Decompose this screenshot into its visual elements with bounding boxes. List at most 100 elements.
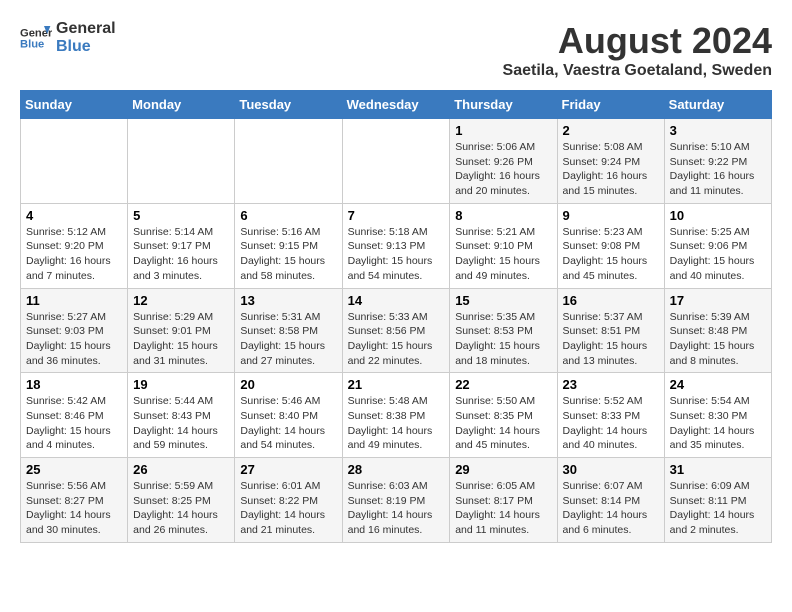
day-detail: Sunrise: 5:21 AM Sunset: 9:10 PM Dayligh… — [455, 226, 540, 282]
calendar-cell: 3 Sunrise: 5:10 AM Sunset: 9:22 PM Daylig… — [664, 119, 771, 204]
day-number: 10 — [670, 208, 766, 223]
day-number: 13 — [240, 293, 336, 308]
calendar-cell: 15 Sunrise: 5:35 AM Sunset: 8:53 PM Dayli… — [450, 288, 557, 373]
calendar-cell — [235, 119, 342, 204]
day-number: 1 — [455, 123, 551, 138]
day-number: 23 — [563, 377, 659, 392]
calendar-cell: 9 Sunrise: 5:23 AM Sunset: 9:08 PM Daylig… — [557, 203, 664, 288]
day-number: 11 — [26, 293, 122, 308]
day-detail: Sunrise: 5:52 AM Sunset: 8:33 PM Dayligh… — [563, 395, 648, 451]
calendar-cell: 17 Sunrise: 5:39 AM Sunset: 8:48 PM Dayli… — [664, 288, 771, 373]
day-detail: Sunrise: 6:09 AM Sunset: 8:11 PM Dayligh… — [670, 480, 755, 536]
day-detail: Sunrise: 6:03 AM Sunset: 8:19 PM Dayligh… — [348, 480, 433, 536]
day-number: 31 — [670, 462, 766, 477]
calendar-cell — [128, 119, 235, 204]
day-detail: Sunrise: 5:10 AM Sunset: 9:22 PM Dayligh… — [670, 141, 755, 197]
calendar-cell: 29 Sunrise: 6:05 AM Sunset: 8:17 PM Dayli… — [450, 458, 557, 543]
calendar-cell: 2 Sunrise: 5:08 AM Sunset: 9:24 PM Daylig… — [557, 119, 664, 204]
logo: General Blue General Blue — [20, 20, 116, 56]
day-number: 15 — [455, 293, 551, 308]
day-number: 2 — [563, 123, 659, 138]
day-detail: Sunrise: 5:54 AM Sunset: 8:30 PM Dayligh… — [670, 395, 755, 451]
day-detail: Sunrise: 5:50 AM Sunset: 8:35 PM Dayligh… — [455, 395, 540, 451]
calendar-cell: 11 Sunrise: 5:27 AM Sunset: 9:03 PM Dayli… — [21, 288, 128, 373]
calendar-cell — [21, 119, 128, 204]
day-number: 4 — [26, 208, 122, 223]
day-number: 17 — [670, 293, 766, 308]
day-detail: Sunrise: 5:33 AM Sunset: 8:56 PM Dayligh… — [348, 311, 433, 367]
calendar-cell: 18 Sunrise: 5:42 AM Sunset: 8:46 PM Dayli… — [21, 373, 128, 458]
day-number: 30 — [563, 462, 659, 477]
day-detail: Sunrise: 5:23 AM Sunset: 9:08 PM Dayligh… — [563, 226, 648, 282]
day-number: 7 — [348, 208, 445, 223]
day-detail: Sunrise: 5:18 AM Sunset: 9:13 PM Dayligh… — [348, 226, 433, 282]
day-detail: Sunrise: 5:35 AM Sunset: 8:53 PM Dayligh… — [455, 311, 540, 367]
header-thursday: Thursday — [450, 91, 557, 119]
calendar-cell: 14 Sunrise: 5:33 AM Sunset: 8:56 PM Dayli… — [342, 288, 450, 373]
day-detail: Sunrise: 5:16 AM Sunset: 9:15 PM Dayligh… — [240, 226, 325, 282]
page-title: August 2024 — [503, 20, 772, 62]
day-detail: Sunrise: 5:25 AM Sunset: 9:06 PM Dayligh… — [670, 226, 755, 282]
page-subtitle: Saetila, Vaestra Goetaland, Sweden — [503, 62, 772, 80]
svg-text:Blue: Blue — [20, 39, 44, 51]
day-number: 25 — [26, 462, 122, 477]
calendar-cell: 31 Sunrise: 6:09 AM Sunset: 8:11 PM Dayli… — [664, 458, 771, 543]
day-number: 19 — [133, 377, 229, 392]
calendar-cell: 21Sunrise: 5:48 AM Sunset: 8:38 PM Dayli… — [342, 373, 450, 458]
logo-icon: General Blue — [20, 22, 52, 54]
calendar-cell — [342, 119, 450, 204]
day-detail: Sunrise: 5:31 AM Sunset: 8:58 PM Dayligh… — [240, 311, 325, 367]
calendar-week-row: 25 Sunrise: 5:56 AM Sunset: 8:27 PM Dayli… — [21, 458, 772, 543]
logo-blue: Blue — [56, 38, 116, 56]
calendar-week-row: 4 Sunrise: 5:12 AM Sunset: 9:20 PM Daylig… — [21, 203, 772, 288]
day-number: 14 — [348, 293, 445, 308]
day-number: 18 — [26, 377, 122, 392]
day-detail: Sunrise: 6:05 AM Sunset: 8:17 PM Dayligh… — [455, 480, 540, 536]
day-detail: Sunrise: 5:42 AM Sunset: 8:46 PM Dayligh… — [26, 395, 111, 451]
day-detail: Sunrise: 5:12 AM Sunset: 9:20 PM Dayligh… — [26, 226, 111, 282]
calendar-cell: 26 Sunrise: 5:59 AM Sunset: 8:25 PM Dayli… — [128, 458, 235, 543]
day-detail: Sunrise: 5:59 AM Sunset: 8:25 PM Dayligh… — [133, 480, 218, 536]
calendar-cell: 5 Sunrise: 5:14 AM Sunset: 9:17 PM Daylig… — [128, 203, 235, 288]
day-detail: Sunrise: 5:27 AM Sunset: 9:03 PM Dayligh… — [26, 311, 111, 367]
calendar-cell: 13 Sunrise: 5:31 AM Sunset: 8:58 PM Dayli… — [235, 288, 342, 373]
day-number: 16 — [563, 293, 659, 308]
calendar-cell: 27Sunrise: 6:01 AM Sunset: 8:22 PM Dayli… — [235, 458, 342, 543]
header-tuesday: Tuesday — [235, 91, 342, 119]
day-number: 5 — [133, 208, 229, 223]
logo-general: General — [56, 20, 116, 38]
day-number: 24 — [670, 377, 766, 392]
header-monday: Monday — [128, 91, 235, 119]
calendar-cell: 19Sunrise: 5:44 AM Sunset: 8:43 PM Dayli… — [128, 373, 235, 458]
calendar-cell: 24 Sunrise: 5:54 AM Sunset: 8:30 PM Dayli… — [664, 373, 771, 458]
day-number: 6 — [240, 208, 336, 223]
day-number: 3 — [670, 123, 766, 138]
day-number: 20 — [240, 377, 336, 392]
calendar-cell: 12Sunrise: 5:29 AM Sunset: 9:01 PM Dayli… — [128, 288, 235, 373]
calendar-cell: 1 Sunrise: 5:06 AM Sunset: 9:26 PM Daylig… — [450, 119, 557, 204]
header-friday: Friday — [557, 91, 664, 119]
day-detail: Sunrise: 5:39 AM Sunset: 8:48 PM Dayligh… — [670, 311, 755, 367]
day-detail: Sunrise: 5:29 AM Sunset: 9:01 PM Dayligh… — [133, 311, 218, 367]
calendar-cell: 6 Sunrise: 5:16 AM Sunset: 9:15 PM Daylig… — [235, 203, 342, 288]
day-number: 9 — [563, 208, 659, 223]
day-detail: Sunrise: 5:56 AM Sunset: 8:27 PM Dayligh… — [26, 480, 111, 536]
day-number: 21 — [348, 377, 445, 392]
day-number: 29 — [455, 462, 551, 477]
calendar-cell: 22Sunrise: 5:50 AM Sunset: 8:35 PM Dayli… — [450, 373, 557, 458]
calendar-week-row: 11 Sunrise: 5:27 AM Sunset: 9:03 PM Dayli… — [21, 288, 772, 373]
day-detail: Sunrise: 5:14 AM Sunset: 9:17 PM Dayligh… — [133, 226, 218, 282]
day-detail: Sunrise: 5:08 AM Sunset: 9:24 PM Dayligh… — [563, 141, 648, 197]
day-detail: Sunrise: 6:07 AM Sunset: 8:14 PM Dayligh… — [563, 480, 648, 536]
header-wednesday: Wednesday — [342, 91, 450, 119]
calendar-cell: 25 Sunrise: 5:56 AM Sunset: 8:27 PM Dayli… — [21, 458, 128, 543]
day-detail: Sunrise: 6:01 AM Sunset: 8:22 PM Dayligh… — [240, 480, 325, 536]
calendar-cell: 8Sunrise: 5:21 AM Sunset: 9:10 PM Daylig… — [450, 203, 557, 288]
header-saturday: Saturday — [664, 91, 771, 119]
day-detail: Sunrise: 5:46 AM Sunset: 8:40 PM Dayligh… — [240, 395, 325, 451]
day-detail: Sunrise: 5:06 AM Sunset: 9:26 PM Dayligh… — [455, 141, 540, 197]
header-sunday: Sunday — [21, 91, 128, 119]
calendar-cell: 28Sunrise: 6:03 AM Sunset: 8:19 PM Dayli… — [342, 458, 450, 543]
calendar-cell: 10 Sunrise: 5:25 AM Sunset: 9:06 PM Dayli… — [664, 203, 771, 288]
day-number: 26 — [133, 462, 229, 477]
